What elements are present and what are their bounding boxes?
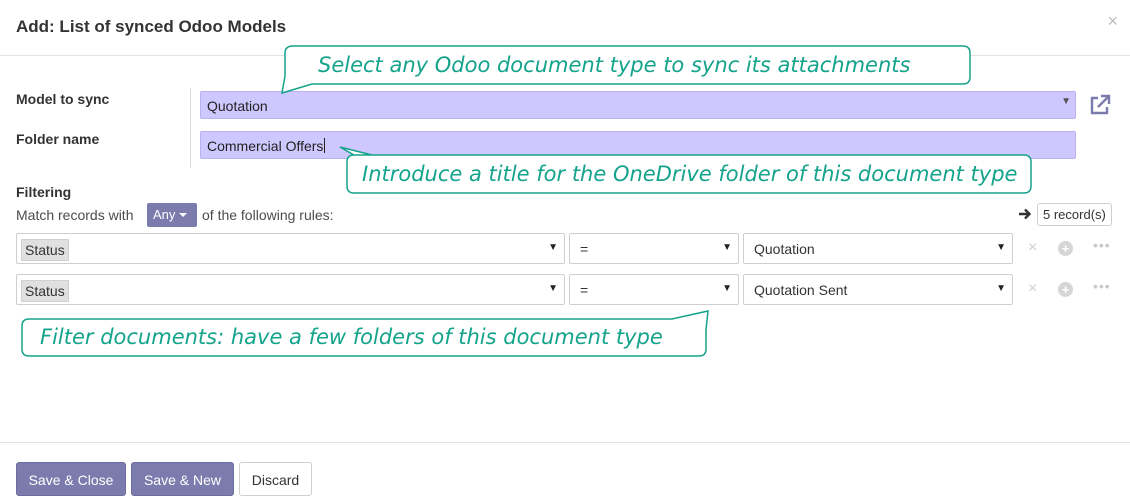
folder-name-input[interactable]: Commercial Offers	[200, 131, 1076, 159]
ellipsis-icon[interactable]: •••	[1093, 279, 1111, 293]
remove-rule-icon[interactable]: ×	[1028, 281, 1037, 297]
ellipsis-icon[interactable]: •••	[1093, 238, 1111, 252]
callout-text-model: Select any Odoo document type to sync it…	[318, 53, 911, 77]
callout-text-filter: Filter documents: have a few folders of …	[40, 325, 663, 349]
add-rule-icon[interactable]: +	[1058, 282, 1073, 297]
model-select[interactable]: Quotation ▼	[200, 91, 1076, 119]
rule-value-value: Quotation	[754, 241, 815, 257]
external-link-icon[interactable]	[1088, 93, 1112, 117]
chevron-down-icon: ▼	[1061, 96, 1071, 107]
any-all-dropdown[interactable]: Any	[147, 203, 197, 227]
folder-name-label: Folder name	[16, 131, 100, 147]
save-new-button[interactable]: Save & New	[131, 462, 234, 496]
any-label: Any	[153, 207, 176, 222]
chevron-down-icon: ▼	[548, 242, 558, 253]
model-select-value: Quotation	[207, 98, 268, 114]
dialog-header: Add: List of synced Odoo Models ×	[0, 0, 1130, 56]
folder-name-value: Commercial Offers	[207, 138, 324, 154]
rule-operator-value: =	[580, 241, 589, 257]
close-icon[interactable]: ×	[1107, 12, 1118, 30]
rule-field-select[interactable]: Status ▼	[16, 274, 565, 305]
arrow-right-icon	[1019, 208, 1032, 220]
rule-field-value: Status	[21, 280, 69, 302]
chevron-down-icon: ▼	[996, 283, 1006, 294]
chevron-down-icon: ▼	[722, 283, 732, 294]
callout-text-folder: Introduce a title for the OneDrive folde…	[362, 162, 1018, 186]
rule-value-value: Quotation Sent	[754, 282, 848, 298]
rule-operator-select[interactable]: = ▼	[569, 274, 739, 305]
dialog-title: Add: List of synced Odoo Models	[16, 17, 287, 36]
chevron-down-icon: ▼	[548, 283, 558, 294]
rule-value-select[interactable]: Quotation ▼	[743, 233, 1013, 264]
rule-field-value: Status	[21, 239, 69, 261]
rule-operator-value: =	[580, 282, 589, 298]
rule-field-select[interactable]: Status ▼	[16, 233, 565, 264]
model-to-sync-label: Model to sync	[16, 91, 110, 107]
match-suffix-text: of the following rules:	[202, 207, 334, 223]
discard-button[interactable]: Discard	[239, 462, 312, 496]
footer-divider	[0, 442, 1130, 443]
rule-operator-select[interactable]: = ▼	[569, 233, 739, 264]
form-divider	[190, 88, 191, 168]
text-cursor	[324, 138, 326, 153]
record-count-button[interactable]: 5 record(s)	[1037, 203, 1112, 226]
remove-rule-icon[interactable]: ×	[1028, 240, 1037, 256]
chevron-down-icon: ▼	[722, 242, 732, 253]
caret-down-icon	[179, 213, 188, 217]
filtering-title: Filtering	[16, 184, 72, 200]
match-prefix-text: Match records with	[16, 207, 134, 223]
chevron-down-icon: ▼	[996, 242, 1006, 253]
add-rule-icon[interactable]: +	[1058, 241, 1073, 256]
rule-value-select[interactable]: Quotation Sent ▼	[743, 274, 1013, 305]
save-close-button[interactable]: Save & Close	[16, 462, 126, 496]
